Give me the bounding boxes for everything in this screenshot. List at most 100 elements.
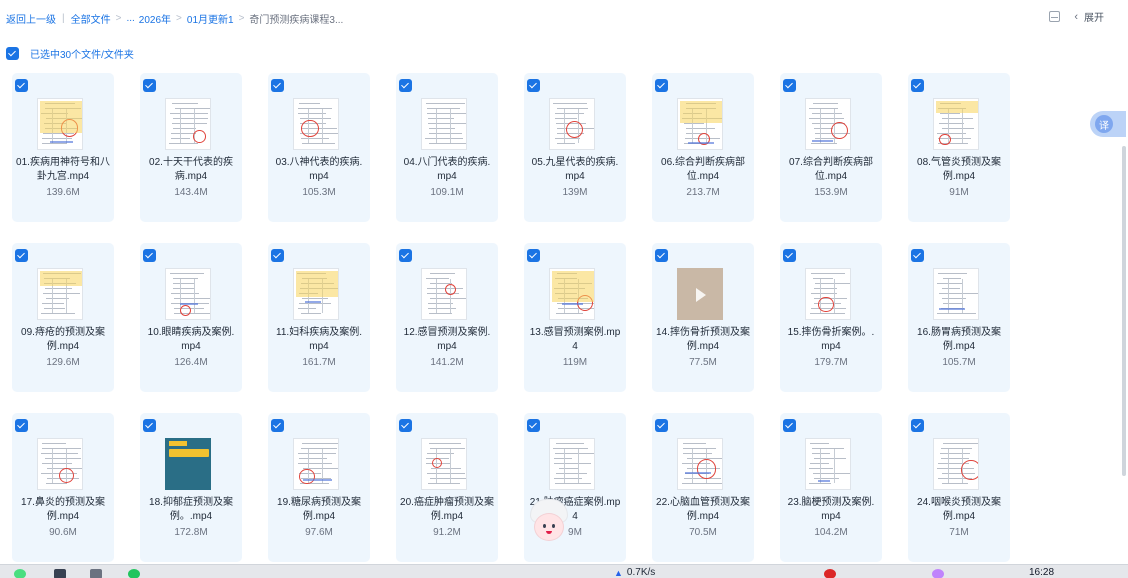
video-thumbnail[interactable] — [805, 438, 851, 490]
app-icon[interactable] — [54, 569, 66, 578]
file-checkbox[interactable] — [271, 249, 284, 262]
file-name[interactable]: 10.眼睛疾病及案例.mp4 — [144, 326, 238, 354]
file-checkbox[interactable] — [143, 249, 156, 262]
video-thumbnail[interactable] — [549, 98, 595, 150]
file-card[interactable]: 03.八神代表的疾病.mp4 105.3M — [268, 73, 370, 222]
breadcrumb-year[interactable]: 2026年 — [139, 11, 171, 26]
video-thumbnail[interactable] — [293, 98, 339, 150]
video-thumbnail[interactable] — [805, 268, 851, 320]
file-name[interactable]: 06.综合判断疾病部位.mp4 — [656, 156, 750, 184]
file-name[interactable]: 18.抑郁症预测及案例。.mp4 — [144, 496, 238, 524]
file-card[interactable]: 04.八门代表的疾病.mp4 109.1M — [396, 73, 498, 222]
video-thumbnail[interactable] — [677, 98, 723, 150]
file-checkbox[interactable] — [527, 249, 540, 262]
file-checkbox[interactable] — [655, 249, 668, 262]
video-thumbnail[interactable] — [37, 268, 83, 320]
file-name[interactable]: 07.综合判断疾病部位.mp4 — [784, 156, 878, 184]
file-checkbox[interactable] — [399, 419, 412, 432]
file-card[interactable]: 07.综合判断疾病部位.mp4 153.9M — [780, 73, 882, 222]
file-card[interactable]: 02.十天干代表的疾病.mp4 143.4M — [140, 73, 242, 222]
assistant-mascot-icon[interactable] — [527, 500, 571, 548]
file-card[interactable]: 05.九星代表的疾病.mp4 139M — [524, 73, 626, 222]
file-name[interactable]: 12.感冒预测及案例.mp4 — [400, 326, 494, 354]
file-name[interactable]: 20.癌症肿瘤预测及案例.mp4 — [400, 496, 494, 524]
file-checkbox[interactable] — [271, 419, 284, 432]
file-card[interactable]: 13.感冒预测案例.mp4 119M — [524, 243, 626, 392]
tray-icon[interactable] — [824, 569, 836, 578]
file-checkbox[interactable] — [399, 249, 412, 262]
app-icon[interactable] — [14, 569, 26, 578]
video-thumbnail[interactable] — [165, 438, 211, 490]
file-card[interactable]: 11.妇科疾病及案例.mp4 161.7M — [268, 243, 370, 392]
file-card[interactable]: 20.癌症肿瘤预测及案例.mp4 91.2M — [396, 413, 498, 562]
file-card[interactable]: 16.肠胃病预测及案例.mp4 105.7M — [908, 243, 1010, 392]
view-mode-icon[interactable] — [1049, 11, 1061, 22]
file-name[interactable]: 17.鼻炎的预测及案例.mp4 — [16, 496, 110, 524]
expand-button[interactable]: ‹ 展开 — [1074, 9, 1104, 25]
file-checkbox[interactable] — [399, 79, 412, 92]
scrollbar-thumb[interactable] — [1122, 146, 1126, 476]
video-thumbnail[interactable] — [549, 438, 595, 490]
file-checkbox[interactable] — [15, 249, 28, 262]
video-thumbnail[interactable] — [421, 98, 467, 150]
file-checkbox[interactable] — [911, 79, 924, 92]
file-checkbox[interactable] — [655, 419, 668, 432]
video-thumbnail[interactable] — [421, 268, 467, 320]
file-name[interactable]: 16.肠胃病预测及案例.mp4 — [912, 326, 1006, 354]
file-name[interactable]: 24.咽喉炎预测及案例.mp4 — [912, 496, 1006, 524]
file-card[interactable]: 18.抑郁症预测及案例。.mp4 172.8M — [140, 413, 242, 562]
file-name[interactable]: 23.脑梗预测及案例.mp4 — [784, 496, 878, 524]
breadcrumb-ellipsis[interactable]: ... — [126, 13, 134, 24]
tray-icon[interactable] — [932, 569, 944, 578]
file-checkbox[interactable] — [15, 79, 28, 92]
file-checkbox[interactable] — [783, 419, 796, 432]
breadcrumb-all-files[interactable]: 全部文件 — [71, 11, 111, 26]
file-name[interactable]: 05.九星代表的疾病.mp4 — [528, 156, 622, 184]
video-thumbnail[interactable] — [165, 268, 211, 320]
file-checkbox[interactable] — [783, 79, 796, 92]
file-card[interactable]: 08.气管炎预测及案例.mp4 91M — [908, 73, 1010, 222]
video-thumbnail[interactable] — [165, 98, 211, 150]
video-thumbnail[interactable] — [677, 268, 723, 320]
file-checkbox[interactable] — [15, 419, 28, 432]
video-thumbnail[interactable] — [805, 98, 851, 150]
file-card[interactable]: 06.综合判断疾病部位.mp4 213.7M — [652, 73, 754, 222]
video-thumbnail[interactable] — [37, 438, 83, 490]
back-link[interactable]: 返回上一级 — [6, 11, 56, 26]
file-name[interactable]: 09.痔疮的预测及案例.mp4 — [16, 326, 110, 354]
file-checkbox[interactable] — [655, 79, 668, 92]
file-checkbox[interactable] — [143, 79, 156, 92]
file-name[interactable]: 14.摔伤骨折预测及案例.mp4 — [656, 326, 750, 354]
file-checkbox[interactable] — [527, 419, 540, 432]
file-card[interactable]: 14.摔伤骨折预测及案例.mp4 77.5M — [652, 243, 754, 392]
file-checkbox[interactable] — [271, 79, 284, 92]
scrollbar[interactable] — [1120, 70, 1128, 565]
file-card[interactable]: 09.痔疮的预测及案例.mp4 129.6M — [12, 243, 114, 392]
file-checkbox[interactable] — [911, 249, 924, 262]
video-thumbnail[interactable] — [677, 438, 723, 490]
video-thumbnail[interactable] — [37, 98, 83, 150]
file-name[interactable]: 15.摔伤骨折案例。.mp4 — [784, 326, 878, 354]
file-checkbox[interactable] — [143, 419, 156, 432]
file-name[interactable]: 08.气管炎预测及案例.mp4 — [912, 156, 1006, 184]
file-card[interactable]: 15.摔伤骨折案例。.mp4 179.7M — [780, 243, 882, 392]
file-card[interactable]: 12.感冒预测及案例.mp4 141.2M — [396, 243, 498, 392]
app-icon[interactable] — [90, 569, 102, 578]
select-all-checkbox[interactable] — [6, 47, 19, 60]
breadcrumb-month[interactable]: 01月更新1 — [187, 11, 234, 26]
file-card[interactable]: 17.鼻炎的预测及案例.mp4 90.6M — [12, 413, 114, 562]
video-thumbnail[interactable] — [933, 98, 979, 150]
file-checkbox[interactable] — [911, 419, 924, 432]
video-thumbnail[interactable] — [293, 268, 339, 320]
file-name[interactable]: 13.感冒预测案例.mp4 — [528, 326, 622, 354]
file-checkbox[interactable] — [527, 79, 540, 92]
file-checkbox[interactable] — [783, 249, 796, 262]
file-card[interactable]: 23.脑梗预测及案例.mp4 104.2M — [780, 413, 882, 562]
video-thumbnail[interactable] — [549, 268, 595, 320]
file-name[interactable]: 01.疾病用神符号和八卦九宫.mp4 — [16, 156, 110, 184]
file-name[interactable]: 04.八门代表的疾病.mp4 — [400, 156, 494, 184]
file-card[interactable]: 19.糖尿病预测及案例.mp4 97.6M — [268, 413, 370, 562]
video-thumbnail[interactable] — [421, 438, 467, 490]
app-icon[interactable] — [128, 569, 140, 578]
file-card[interactable]: 24.咽喉炎预测及案例.mp4 71M — [908, 413, 1010, 562]
